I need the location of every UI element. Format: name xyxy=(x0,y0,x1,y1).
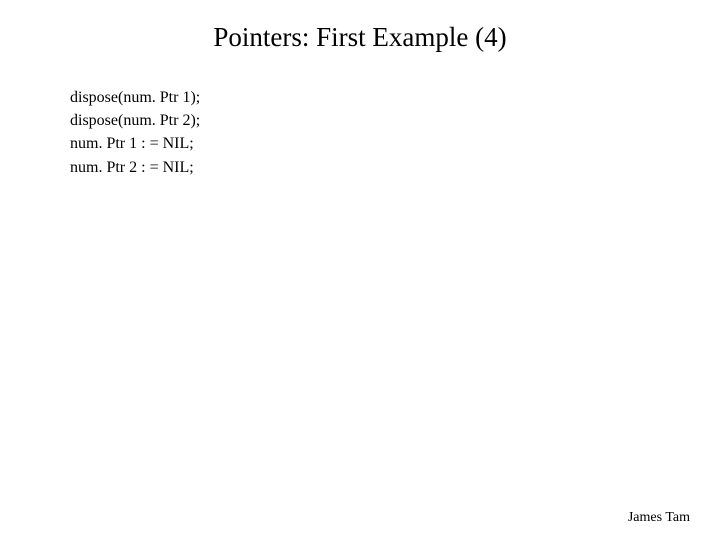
author-footer: James Tam xyxy=(628,510,690,526)
slide-title: Pointers: First Example (4) xyxy=(0,22,720,53)
code-line: dispose(num. Ptr 2); xyxy=(70,109,200,132)
code-line: num. Ptr 2 : = NIL; xyxy=(70,156,200,179)
code-line: num. Ptr 1 : = NIL; xyxy=(70,132,200,155)
code-line: dispose(num. Ptr 1); xyxy=(70,86,200,109)
code-block: dispose(num. Ptr 1); dispose(num. Ptr 2)… xyxy=(70,86,200,179)
slide: Pointers: First Example (4) dispose(num.… xyxy=(0,0,720,540)
